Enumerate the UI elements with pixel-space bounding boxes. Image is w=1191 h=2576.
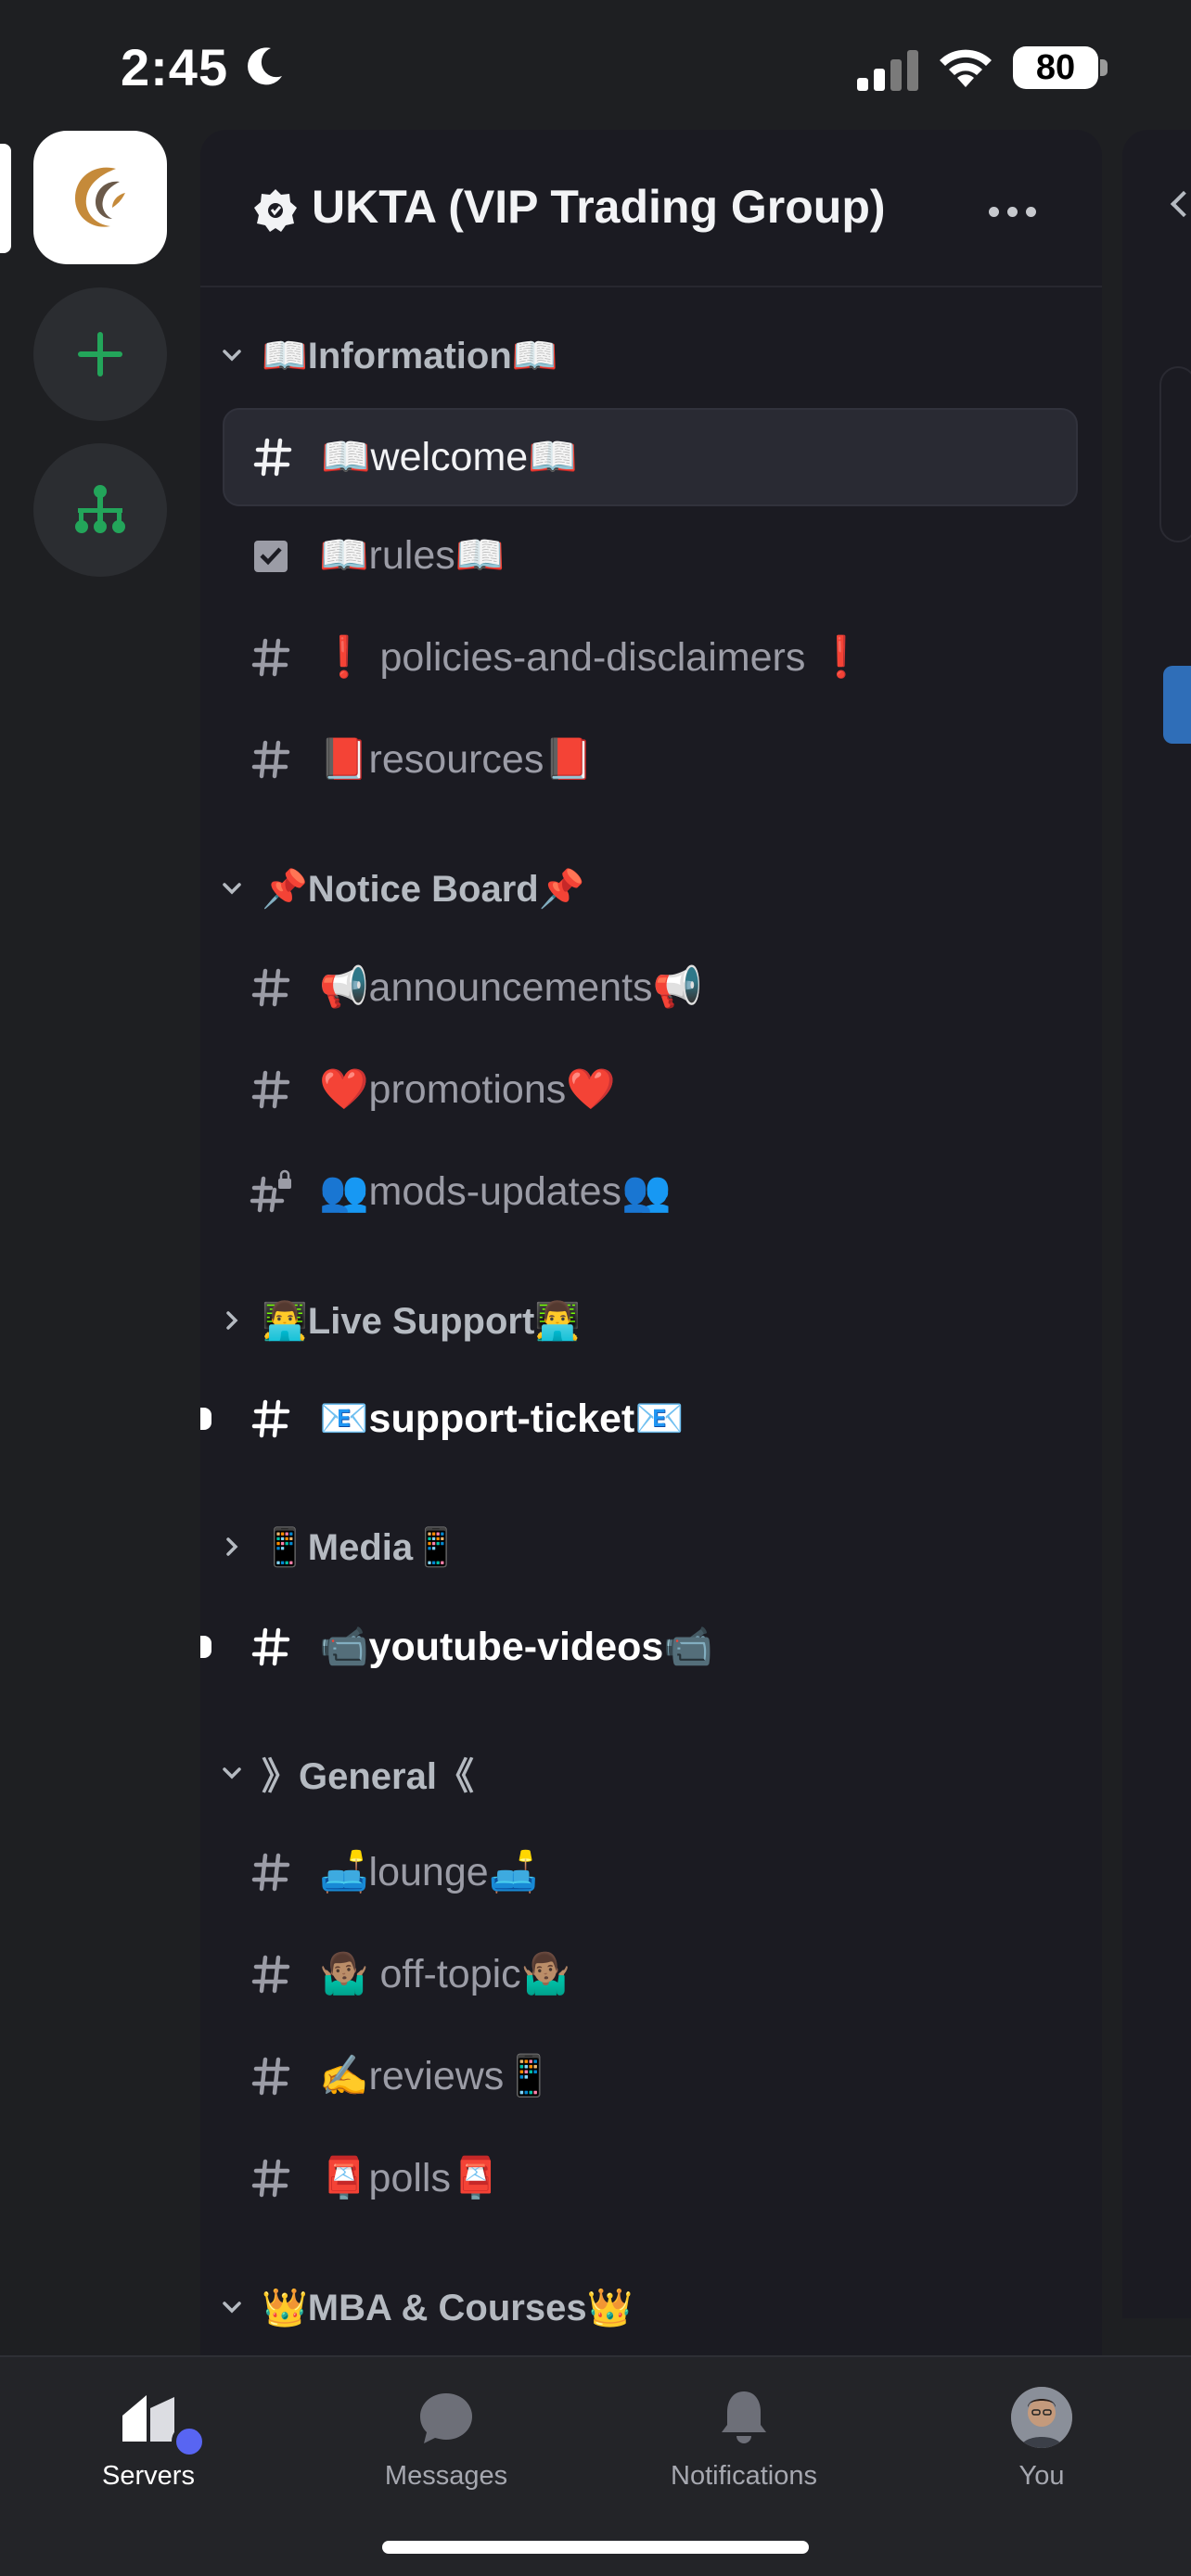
avatar: [1009, 2385, 1074, 2450]
tab-you[interactable]: You: [921, 2385, 1162, 2515]
category-media[interactable]: 📱Media📱: [213, 1519, 459, 1575]
discover-hub-icon: [75, 485, 125, 533]
status-time: 2:45: [121, 38, 229, 96]
channel-label: 📕resources📕: [319, 737, 594, 782]
channel-label: 📮polls📮: [319, 2156, 501, 2200]
hash-icon: [245, 1064, 297, 1116]
peek-shape: [1163, 666, 1191, 744]
channel-label: 📖welcome📖: [321, 435, 578, 479]
category-notice-board[interactable]: 📌Notice Board📌: [213, 861, 585, 916]
locked-hash-icon: [245, 1166, 297, 1218]
bell-icon: [711, 2385, 776, 2450]
category-mba-courses[interactable]: 👑MBA & Courses👑: [213, 2279, 633, 2335]
rules-checkbox-icon: [245, 529, 297, 581]
servers-icon: [116, 2385, 207, 2459]
channel-support-ticket[interactable]: 📧support-ticket📧: [223, 1370, 1078, 1468]
chevron-down-icon: [213, 337, 250, 374]
hash-icon: [245, 2152, 297, 2204]
hash-icon: [245, 631, 297, 683]
channel-mods-updates[interactable]: 👥mods-updates👥: [223, 1142, 1078, 1241]
server-ukta[interactable]: [33, 131, 167, 264]
channel-label: 📧support-ticket📧: [319, 1396, 685, 1441]
channel-resources[interactable]: 📕resources📕: [223, 710, 1078, 809]
chevron-down-icon: [213, 1754, 250, 1792]
guild-name: UKTA (VIP Trading Group): [312, 181, 886, 233]
channel-announcements[interactable]: 📢announcements📢: [223, 938, 1078, 1037]
home-indicator[interactable]: [382, 2541, 809, 2554]
more-dots-icon[interactable]: [989, 195, 1044, 228]
tab-messages[interactable]: Messages: [326, 2385, 567, 2515]
category-label: 📖Information📖: [262, 335, 558, 376]
chevron-right-icon: [213, 1302, 250, 1339]
moon-icon: [248, 47, 282, 85]
category-live-support[interactable]: 👨‍💻Live Support👨‍💻: [213, 1293, 581, 1348]
channel-lounge[interactable]: 🛋️lounge🛋️: [223, 1823, 1078, 1921]
hash-icon: [245, 2050, 297, 2102]
ukta-logo-icon: [75, 167, 125, 227]
peek-card: [1159, 366, 1191, 542]
tab-label: Servers: [102, 2461, 195, 2491]
channel-label: ❤️promotions❤️: [319, 1067, 616, 1112]
tab-notifications[interactable]: Notifications: [623, 2385, 864, 2515]
messages-icon: [414, 2385, 479, 2450]
channel-youtube-videos[interactable]: 📹youtube-videos📹: [223, 1598, 1078, 1696]
channel-off-topic[interactable]: 🤷🏽‍♂️ off-topic🤷🏽‍♂️: [223, 1925, 1078, 2023]
channel-label: 🤷🏽‍♂️ off-topic🤷🏽‍♂️: [319, 1952, 571, 1996]
channel-rules[interactable]: 📖rules📖: [223, 506, 1078, 605]
channel-label: ❗ policies-and-disclaimers ❗: [319, 635, 866, 680]
category-general[interactable]: 》General《: [213, 1745, 474, 1801]
channel-polls[interactable]: 📮polls📮: [223, 2129, 1078, 2227]
wifi-icon: [940, 49, 992, 87]
tab-label: Messages: [384, 2461, 508, 2491]
hash-icon: [245, 1948, 297, 2000]
unread-indicator: [200, 1408, 211, 1430]
battery-indicator: 80: [1013, 46, 1098, 89]
discover-hub-button[interactable]: [33, 443, 167, 577]
tab-label: Notifications: [671, 2461, 817, 2491]
category-label: 📌Notice Board📌: [262, 868, 585, 910]
status-bar: 2:45 80: [0, 0, 1191, 139]
category-label: 📱Media📱: [262, 1526, 459, 1568]
guild-badge-icon: [254, 189, 297, 232]
hash-icon: [245, 1621, 297, 1673]
category-information[interactable]: 📖Information📖: [213, 327, 558, 383]
channel-label: 📹youtube-videos📹: [319, 1625, 713, 1669]
chevron-down-icon: [213, 870, 250, 907]
category-label: 👑MBA & Courses👑: [262, 2287, 634, 2328]
channel-promotions[interactable]: ❤️promotions❤️: [223, 1040, 1078, 1139]
hash-icon: [247, 431, 299, 483]
channel-policies-and-disclaimers[interactable]: ❗ policies-and-disclaimers ❗: [223, 608, 1078, 707]
chevron-right-icon: [213, 1528, 250, 1565]
hash-icon: [245, 1846, 297, 1898]
unread-indicator: [200, 1636, 211, 1658]
notification-dot: [172, 2424, 207, 2459]
channel-welcome[interactable]: 📖welcome📖: [223, 408, 1078, 506]
chevron-down-icon: [213, 2289, 250, 2326]
channel-label: 📖rules📖: [319, 533, 506, 578]
add-server-button[interactable]: [33, 287, 167, 421]
category-label: 》General《: [262, 1756, 474, 1797]
channel-label: 👥mods-updates👥: [319, 1169, 672, 1214]
hash-icon: [245, 962, 297, 1014]
hash-icon: [245, 733, 297, 785]
category-label: 👨‍💻Live Support👨‍💻: [262, 1300, 582, 1342]
channel-label: 📢announcements📢: [319, 965, 703, 1010]
channel-label: ✍️reviews📱: [319, 2054, 554, 2098]
tab-label: You: [1018, 2461, 1065, 2491]
active-server-indicator: [0, 144, 11, 253]
cellular-signal-icon: [857, 50, 918, 91]
channel-label: 🛋️lounge🛋️: [319, 1850, 539, 1894]
tab-servers[interactable]: Servers: [28, 2385, 269, 2515]
battery-tip: [1100, 59, 1108, 76]
hash-icon: [245, 1393, 297, 1445]
channel-reviews[interactable]: ✍️reviews📱: [223, 2027, 1078, 2125]
guild-header[interactable]: UKTA (VIP Trading Group): [200, 130, 1102, 287]
add-server-icon: [78, 332, 122, 376]
